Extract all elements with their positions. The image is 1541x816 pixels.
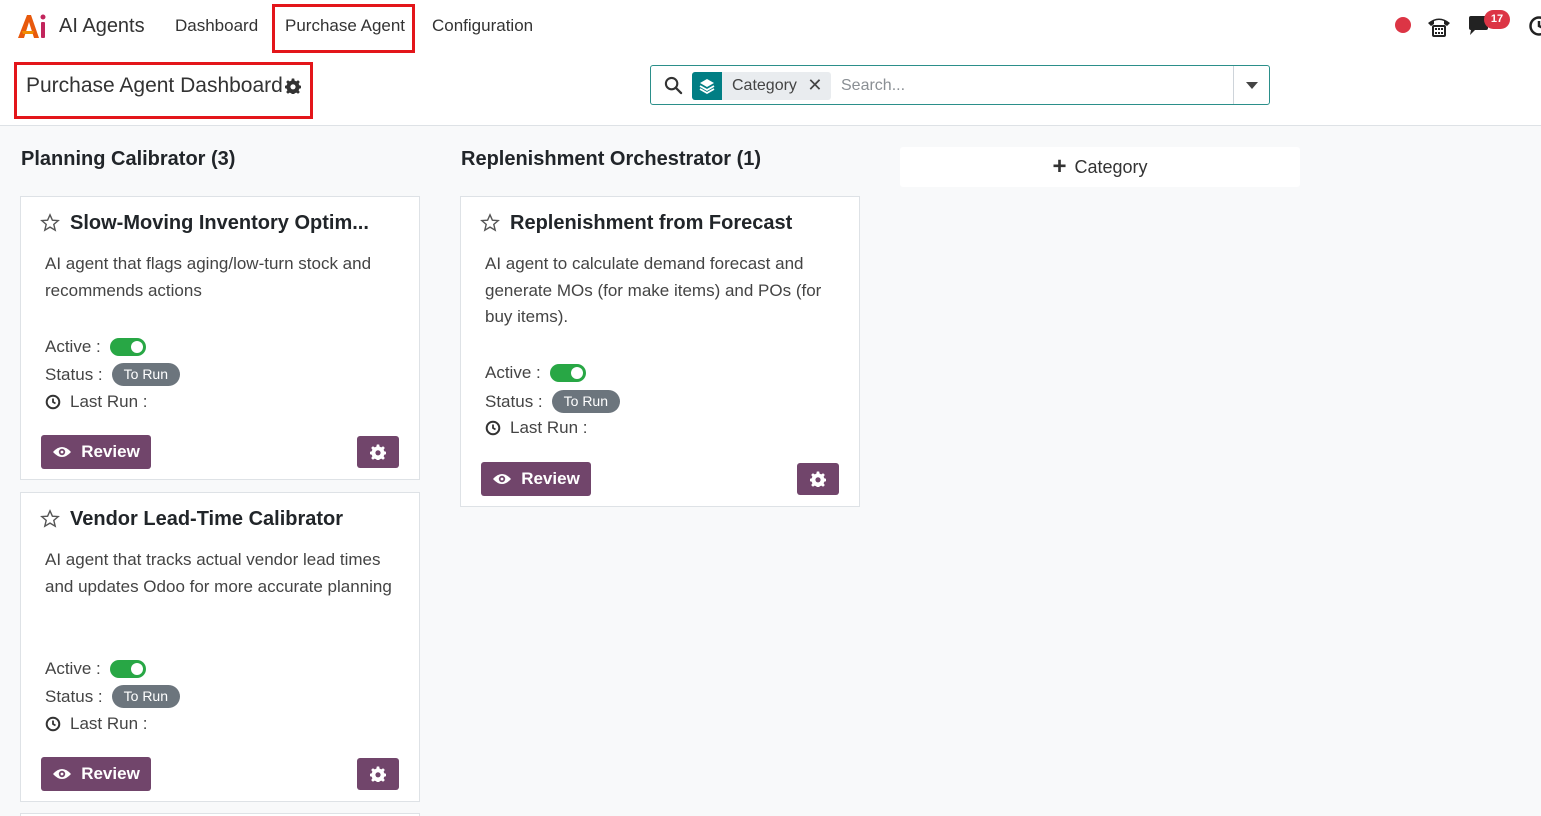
last-run-label: Last Run : — [510, 418, 588, 437]
nav-purchase-agent[interactable]: Purchase Agent — [285, 16, 405, 36]
card-description: AI agent that flags aging/low-turn stock… — [45, 254, 372, 300]
column-title-planning-calibrator[interactable]: Planning Calibrator (3) — [21, 148, 235, 171]
search-icon[interactable] — [664, 76, 683, 95]
status-dot-icon[interactable] — [1395, 17, 1411, 33]
review-label: Review — [81, 442, 140, 461]
review-label: Review — [81, 764, 140, 783]
control-panel: Purchase Agent Dashboard Category ✕ — [0, 54, 1541, 126]
review-label: Review — [521, 469, 580, 488]
last-run-field: Last Run : — [45, 392, 148, 412]
status-label: Status : — [45, 364, 103, 384]
star-icon[interactable] — [480, 213, 500, 233]
gear-icon — [810, 471, 826, 487]
status-field: Status : To Run — [45, 363, 180, 386]
layers-icon — [692, 72, 722, 100]
chat-count-badge: 17 — [1484, 10, 1510, 29]
last-run-field: Last Run : — [45, 714, 148, 734]
status-label: Status : — [45, 686, 103, 706]
gear-icon[interactable] — [285, 78, 301, 94]
clock-icon — [45, 394, 61, 410]
active-toggle[interactable] — [109, 660, 146, 678]
status-badge: To Run — [111, 685, 180, 708]
nav-dashboard[interactable]: Dashboard — [175, 16, 258, 36]
nav-configuration[interactable]: Configuration — [432, 16, 533, 36]
review-button[interactable]: Review — [41, 435, 151, 469]
last-run-label: Last Run : — [70, 714, 148, 733]
active-toggle[interactable] — [549, 364, 586, 382]
add-category-label: Category — [1074, 156, 1148, 177]
search-input[interactable] — [841, 74, 1221, 98]
kanban-view: Planning Calibrator (3) Replenishment Or… — [0, 126, 1541, 816]
clock-icon[interactable] — [1528, 15, 1541, 37]
status-badge: To Run — [111, 363, 180, 386]
clock-icon — [485, 420, 501, 436]
star-icon[interactable] — [40, 213, 60, 233]
app-name[interactable]: AI Agents — [59, 15, 145, 38]
eye-icon — [493, 474, 512, 484]
gear-icon — [370, 766, 386, 782]
eye-icon — [53, 769, 72, 779]
card-description: AI agent that tracks actual vendor lead … — [45, 550, 392, 596]
column-title-replenishment-orchestrator[interactable]: Replenishment Orchestrator (1) — [461, 148, 761, 171]
caret-down-icon — [1245, 81, 1258, 89]
agent-card[interactable]: Replenishment from Forecast AI agent to … — [460, 196, 860, 507]
card-settings-button[interactable] — [797, 463, 839, 495]
active-field: Active : — [45, 659, 146, 679]
card-settings-button[interactable] — [357, 758, 399, 790]
top-navbar: AI Agents Dashboard Purchase Agent Confi… — [0, 0, 1541, 54]
active-label: Active : — [45, 337, 101, 356]
card-title: Vendor Lead-Time Calibrator — [70, 508, 344, 530]
active-toggle[interactable] — [109, 338, 146, 356]
review-button[interactable]: Review — [481, 462, 591, 496]
last-run-field: Last Run : — [485, 418, 588, 438]
card-title: Slow-Moving Inventory Optim... — [70, 212, 369, 234]
gear-icon — [370, 444, 386, 460]
agent-card[interactable]: Slow-Moving Inventory Optim... AI agent … — [20, 196, 420, 480]
search-options-toggle[interactable] — [1233, 66, 1269, 104]
active-label: Active : — [45, 659, 101, 678]
last-run-label: Last Run : — [70, 392, 148, 411]
review-button[interactable]: Review — [41, 757, 151, 791]
add-category-button[interactable]: + Category — [900, 147, 1300, 187]
star-icon[interactable] — [40, 509, 60, 529]
clock-icon — [45, 716, 61, 732]
agent-card[interactable]: Vendor Lead-Time Calibrator AI agent tha… — [20, 492, 420, 802]
active-field: Active : — [45, 337, 146, 357]
status-badge: To Run — [551, 390, 620, 413]
card-title: Replenishment from Forecast — [510, 212, 793, 234]
page-title: Purchase Agent Dashboard — [26, 74, 283, 97]
active-field: Active : — [485, 363, 586, 383]
card-settings-button[interactable] — [357, 436, 399, 468]
active-label: Active : — [485, 363, 541, 382]
status-label: Status : — [485, 391, 543, 411]
status-field: Status : To Run — [45, 685, 180, 708]
search-bar: Category ✕ — [650, 65, 1270, 105]
close-icon[interactable]: ✕ — [805, 76, 825, 96]
status-field: Status : To Run — [485, 390, 620, 413]
phone-icon[interactable] — [1426, 14, 1452, 38]
card-description: AI agent to calculate demand forecast an… — [485, 254, 822, 326]
eye-icon — [53, 447, 72, 457]
search-facet-category: Category ✕ — [692, 72, 831, 100]
facet-label: Category — [732, 77, 797, 94]
ai-agents-logo-icon[interactable] — [16, 12, 50, 40]
plus-icon: + — [1052, 153, 1067, 180]
